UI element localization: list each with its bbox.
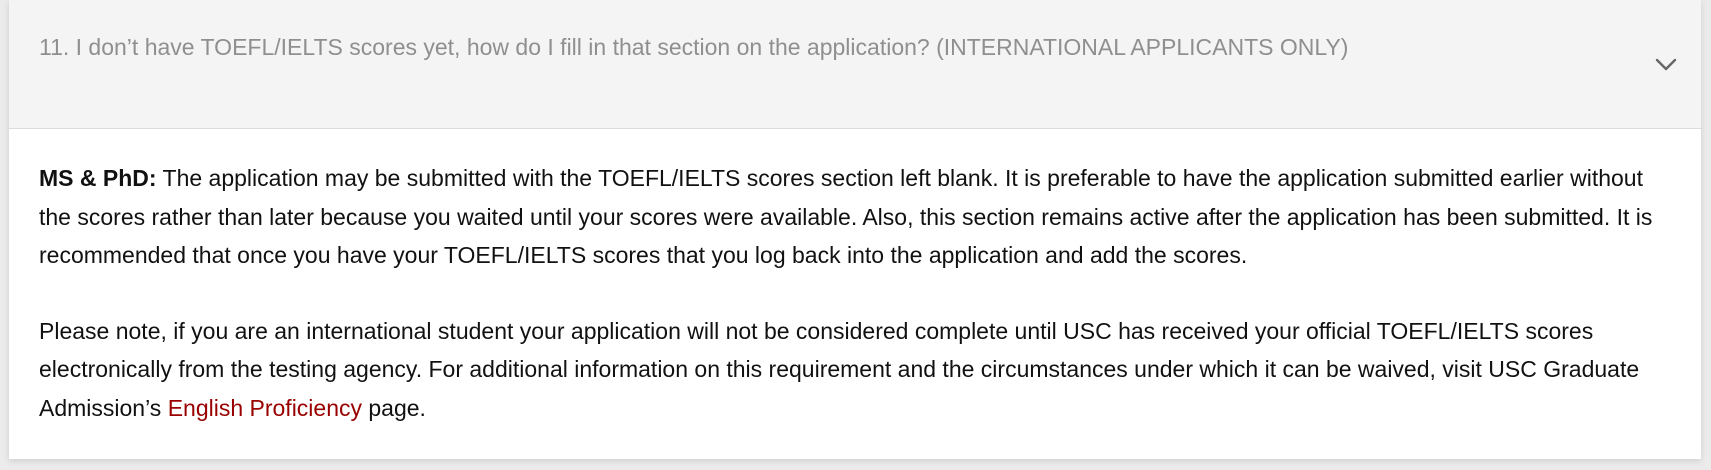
answer-note-paragraph: Please note, if you are an international…: [39, 312, 1671, 428]
faq-question-text[interactable]: 11. I don’t have TOEFL/IELTS scores yet,…: [39, 32, 1348, 62]
faq-answer-panel: MS & PhD: The application may be submitt…: [9, 129, 1701, 427]
faq-accordion-item: 11. I don’t have TOEFL/IELTS scores yet,…: [9, 0, 1701, 459]
faq-question-header[interactable]: 11. I don’t have TOEFL/IELTS scores yet,…: [9, 0, 1701, 129]
english-proficiency-link[interactable]: English Proficiency: [168, 395, 362, 421]
answer-text: The application may be submitted with th…: [39, 165, 1653, 268]
answer-paragraph: MS & PhD: The application may be submitt…: [39, 159, 1671, 275]
note-end-text: page.: [362, 394, 426, 421]
chevron-down-icon[interactable]: [1649, 48, 1683, 82]
program-label: MS & PhD:: [39, 165, 157, 191]
